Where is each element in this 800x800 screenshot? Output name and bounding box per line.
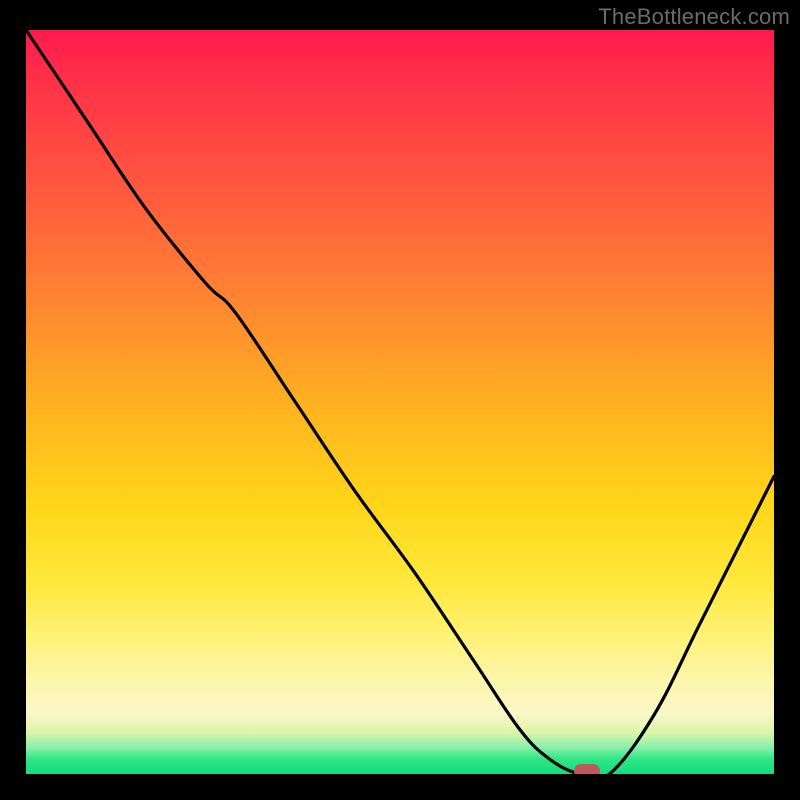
- optimal-point-marker: [574, 764, 600, 774]
- chart-frame: TheBottleneck.com: [0, 0, 800, 800]
- bottleneck-curve: [26, 30, 774, 774]
- watermark-text: TheBottleneck.com: [598, 4, 790, 30]
- plot-area: [26, 30, 774, 774]
